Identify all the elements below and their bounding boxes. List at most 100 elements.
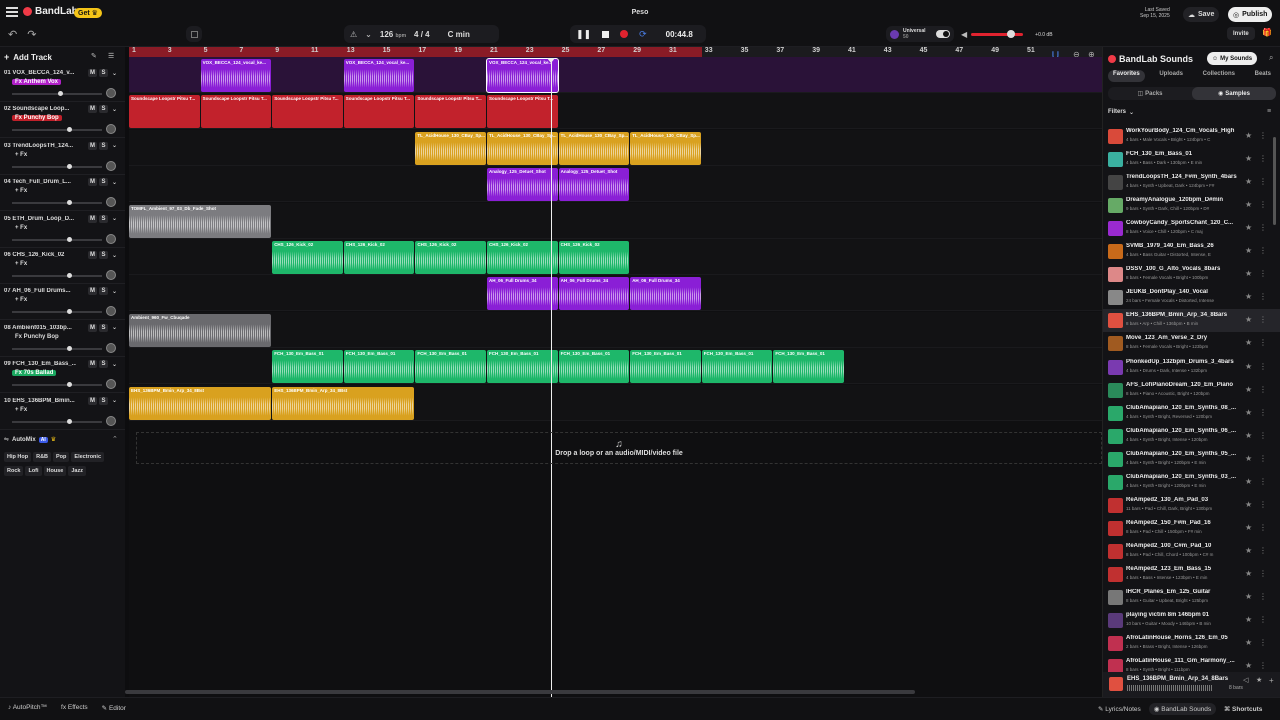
track-lane[interactable]: AH_06_Full Drums_34 AH_06_Full Drums_34 AH… — [129, 275, 1102, 312]
volume-knob[interactable] — [67, 273, 72, 278]
fx-button[interactable]: + Fx — [12, 225, 30, 231]
star-icon[interactable]: ★ — [1245, 131, 1252, 140]
more-icon[interactable]: ⋮ — [1259, 615, 1267, 624]
my-sounds-button[interactable]: ☺ My Sounds — [1207, 52, 1258, 65]
time-signature[interactable]: 4 / 4 — [414, 30, 430, 39]
mastering-preset[interactable]: Universal 50 — [886, 26, 954, 42]
get-membership-button[interactable]: Get ♛ — [74, 8, 102, 18]
more-icon[interactable]: ⋮ — [1259, 223, 1267, 232]
solo-button[interactable]: S — [99, 141, 108, 150]
speaker-icon[interactable]: ◀ — [961, 30, 967, 39]
volume-knob[interactable] — [1007, 30, 1016, 38]
playhead[interactable] — [551, 62, 552, 697]
track-lane[interactable]: FCH_130_Em_Bass_01 FCH_130_Em_Bass_01 FCH_… — [129, 348, 1102, 385]
sample-item[interactable]: JEUKB_DontPlay_140_Vocal 24 bars • Female… — [1103, 286, 1280, 309]
genre-tag[interactable]: House — [43, 466, 67, 476]
redo-icon[interactable]: ↷ — [27, 28, 36, 41]
track-header[interactable]: 06 CHS_126_Kick_02 M S ⌄ + Fx — [0, 248, 125, 284]
more-icon[interactable]: ⋮ — [1259, 592, 1267, 601]
track-lane[interactable]: TOMFL_Ambient_97_03_Db_Fade_Shot — [129, 202, 1102, 239]
star-icon[interactable]: ★ — [1256, 676, 1262, 684]
stop-icon[interactable] — [602, 30, 610, 38]
mute-button[interactable]: M — [88, 251, 97, 259]
more-icon[interactable]: ⋮ — [1259, 477, 1267, 486]
menu-button[interactable] — [6, 7, 18, 17]
solo-button[interactable]: S — [99, 69, 108, 77]
track-header[interactable]: 09 FCH_130_Em_Bass_... M S ⌄ Fx 70s Ballad — [0, 357, 125, 394]
solo-button[interactable]: S — [99, 105, 108, 114]
fx-button[interactable]: Fx Anthem Vox — [12, 79, 62, 85]
fx-button[interactable]: + Fx — [12, 261, 30, 267]
track-header[interactable]: 02 Soundscape Loop... M S ⌄ Fx Punchy Bop — [0, 102, 125, 139]
track-menu-icon[interactable]: ⌄ — [110, 142, 119, 150]
track-lane[interactable]: TL_AcidHouse_130_CBay_Sp... TL_AcidHouse_… — [129, 129, 1102, 166]
more-icon[interactable]: ⋮ — [1259, 638, 1267, 647]
sample-item[interactable]: SVMB_1979_140_Em_Bass_26 4 bars • Bass Gu… — [1103, 240, 1280, 263]
genre-tag[interactable]: R&B — [33, 452, 52, 462]
track-name[interactable]: 05 ETH_Drum_Loop_D... — [4, 216, 76, 222]
mute-button[interactable]: M — [88, 141, 97, 150]
volume-knob[interactable] — [67, 382, 72, 388]
add-icon[interactable]: + — [1269, 676, 1274, 685]
pan-knob[interactable] — [106, 306, 116, 317]
sample-item[interactable]: DSSV_100_G_Alto_Vocals_8bars 8 bars • Fem… — [1103, 263, 1280, 286]
star-icon[interactable]: ★ — [1245, 661, 1252, 670]
audio-clip[interactable]: CHS_126_Kick_02 — [558, 241, 630, 274]
track-header[interactable]: 03 TrendLoopsTH_124... M S ⌄ + Fx — [0, 139, 125, 175]
audio-clip[interactable]: VOX_BECCA_124_vocal_ke... — [343, 59, 415, 92]
track-header[interactable]: 08 Ambient015_103bp... M S ⌄ Fx Punchy Bop — [0, 321, 125, 357]
volume-knob[interactable] — [67, 345, 72, 351]
mute-button[interactable]: M — [88, 178, 97, 187]
track-name[interactable]: 10 EHS_136BPM_Bmin... — [4, 398, 76, 404]
star-icon[interactable]: ★ — [1245, 315, 1252, 324]
more-icon[interactable]: ⋮ — [1259, 338, 1267, 347]
more-icon[interactable]: ⋮ — [1259, 131, 1267, 140]
star-icon[interactable]: ★ — [1245, 246, 1252, 255]
pan-knob[interactable] — [106, 197, 116, 208]
solo-button[interactable]: S — [99, 214, 108, 223]
track-menu-icon[interactable]: ⌄ — [110, 69, 119, 77]
more-icon[interactable]: ⋮ — [1259, 177, 1267, 186]
audio-clip[interactable]: TL_AcidHouse_130_CBay_Sp... — [630, 131, 701, 165]
audio-clip[interactable]: CHS_126_Kick_02 — [415, 241, 486, 274]
star-icon[interactable]: ★ — [1245, 638, 1252, 647]
track-menu-icon[interactable]: ⌄ — [110, 397, 119, 405]
star-icon[interactable]: ★ — [1245, 177, 1252, 186]
track-header[interactable]: 01 VOX_BECCA_124_v... M S ⌄ Fx Anthem Vox — [0, 66, 125, 102]
sample-item[interactable]: AFS_LofiPianoDream_120_Em_Piano 8 bars • … — [1103, 379, 1280, 402]
gift-icon[interactable]: 🎁 — [1262, 28, 1272, 37]
editor-button[interactable]: ✎ Editor — [102, 704, 126, 712]
mute-button[interactable]: M — [88, 396, 97, 405]
pan-knob[interactable] — [106, 160, 116, 171]
more-icon[interactable]: ⋮ — [1259, 546, 1267, 555]
panel-tab[interactable]: Collections — [1198, 70, 1240, 82]
sample-item[interactable]: playing victim 8m 146bpm 01 10 bars • Gui… — [1103, 609, 1280, 632]
track-lane[interactable]: VOX_BECCA_124_vocal_ke... VOX_BECCA_124_v… — [129, 57, 1102, 93]
track-header[interactable]: 04 Tech_Full_Drum_L... M S ⌄ + Fx — [0, 175, 125, 212]
star-icon[interactable]: ★ — [1245, 477, 1252, 486]
more-icon[interactable]: ⋮ — [1259, 362, 1267, 371]
sample-item[interactable]: WorkYourBody_124_Cm_Vocals_High 4 bars • … — [1103, 125, 1280, 148]
audio-clip[interactable]: Soundscape Loopstr Pitsu T... — [272, 95, 343, 129]
star-icon[interactable]: ★ — [1245, 454, 1252, 463]
sample-item[interactable]: IHCR_Planes_Em_125_Guitar 8 bars • Guitar… — [1103, 586, 1280, 609]
sample-item[interactable]: ClubAmapiano_120_Em_Synths_03_... 4 bars … — [1103, 471, 1280, 494]
fx-button[interactable]: Fx Punchy Bop — [12, 334, 62, 340]
audio-clip[interactable]: Ambient_960_Fw_Cbuqade — [129, 313, 272, 347]
chevron-down-icon[interactable]: ⌄ — [365, 30, 372, 39]
sample-item[interactable]: ClubAmapiano_120_Em_Synths_06_... 4 bars … — [1103, 425, 1280, 448]
audio-clip[interactable]: FCH_130_Em_Bass_01 — [272, 350, 343, 384]
pause-icon[interactable]: ❚❚ — [576, 29, 591, 40]
track-volume-slider[interactable] — [12, 236, 102, 242]
key-field[interactable]: C min — [448, 30, 470, 39]
star-icon[interactable]: ★ — [1245, 408, 1252, 417]
audio-clip[interactable]: Analogy_125_Detuet_Shot — [558, 168, 630, 202]
shortcuts-button[interactable]: ⌘ Shortcuts — [1224, 705, 1262, 713]
audio-clip[interactable]: FCH_130_Em_Bass_01 — [487, 350, 558, 384]
genre-tag[interactable]: Hip Hop — [4, 452, 32, 462]
search-icon[interactable]: ⌕ — [1269, 53, 1273, 63]
star-icon[interactable]: ★ — [1245, 223, 1252, 232]
solo-button[interactable]: S — [99, 360, 108, 369]
more-icon[interactable]: ⋮ — [1259, 246, 1267, 255]
invite-button[interactable]: Invite — [1227, 27, 1255, 40]
